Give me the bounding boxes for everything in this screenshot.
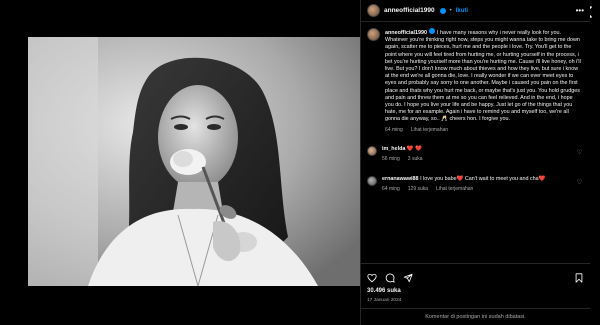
caption-text: anneofficial1990 I have many reasons why… <box>385 28 582 124</box>
comment-text: ❤️ ❤️ <box>406 145 422 152</box>
post-actions <box>361 263 590 287</box>
verified-badge-icon <box>439 7 446 14</box>
comment-text: I love you babe❤️ Can't wait to meet you… <box>420 175 546 182</box>
save-button[interactable] <box>574 270 584 287</box>
post-sidebar: anneofficial1990 • Ikuti ••• anneofficia… <box>360 0 590 325</box>
heart-icon <box>367 273 377 283</box>
see-translation-link[interactable]: Lihat terjemahan <box>436 186 473 193</box>
likes-count[interactable]: 30.496 suka <box>367 288 401 294</box>
comment-likes[interactable]: 3 suka <box>408 156 423 163</box>
comments-section[interactable]: anneofficial1990 I have many reasons why… <box>361 22 590 260</box>
author-avatar[interactable] <box>367 4 380 17</box>
comment-icon <box>385 273 395 283</box>
caption-time[interactable]: 64 ming <box>385 127 403 133</box>
header-separator: • <box>449 7 452 14</box>
comment-like-heart-icon[interactable]: ♡ <box>577 149 582 156</box>
caption-avatar[interactable] <box>367 28 380 41</box>
author-username[interactable]: anneofficial1990 <box>384 7 435 14</box>
comment-button[interactable] <box>385 270 395 287</box>
caption-body: I have many reasons why i never really l… <box>385 30 581 123</box>
comment-meta: 64 ming 129 suka Lihat terjemahan <box>382 186 582 193</box>
see-translation-link[interactable]: Lihat terjemahan <box>411 127 448 133</box>
post-modal: anneofficial1990 • Ikuti ••• anneofficia… <box>28 0 590 325</box>
verified-badge-icon <box>429 28 436 34</box>
portrait-photo <box>28 37 360 286</box>
commenter-avatar[interactable] <box>367 175 377 186</box>
post-media <box>28 0 360 325</box>
comment-item: im_helda ❤️ ❤️ 56 ming 3 suka ♡ <box>367 145 582 163</box>
more-icon[interactable]: ••• <box>576 6 584 15</box>
commenter-username[interactable]: ernanawawi88 <box>382 176 419 182</box>
caption-username[interactable]: anneofficial1990 <box>385 30 427 36</box>
comment-time[interactable]: 56 ming <box>382 156 400 163</box>
post-date[interactable]: 17 Januari 2024 <box>367 298 401 303</box>
comment-time[interactable]: 64 ming <box>382 186 400 193</box>
post-header: anneofficial1990 • Ikuti ••• <box>361 0 590 22</box>
post-photo <box>28 37 360 286</box>
share-button[interactable] <box>403 270 413 287</box>
comment-like-heart-icon[interactable]: ♡ <box>577 179 582 186</box>
commenter-username[interactable]: im_helda <box>382 146 405 152</box>
follow-button[interactable]: Ikuti <box>456 8 468 14</box>
caption-meta: 64 ming Lihat terjemahan <box>385 127 582 133</box>
comment-likes[interactable]: 129 suka <box>408 186 428 193</box>
commenter-avatar[interactable] <box>367 145 377 156</box>
comment-meta: 56 ming 3 suka <box>382 156 582 163</box>
comment-item: ernanawawi88 I love you babe❤️ Can't wai… <box>367 175 582 193</box>
post-caption: anneofficial1990 I have many reasons why… <box>367 28 582 133</box>
bookmark-icon <box>575 273 583 283</box>
like-button[interactable] <box>367 270 377 287</box>
send-icon <box>403 273 413 283</box>
comments-disabled-notice: Komentar di postingan ini sudah dibatasi… <box>361 308 590 325</box>
